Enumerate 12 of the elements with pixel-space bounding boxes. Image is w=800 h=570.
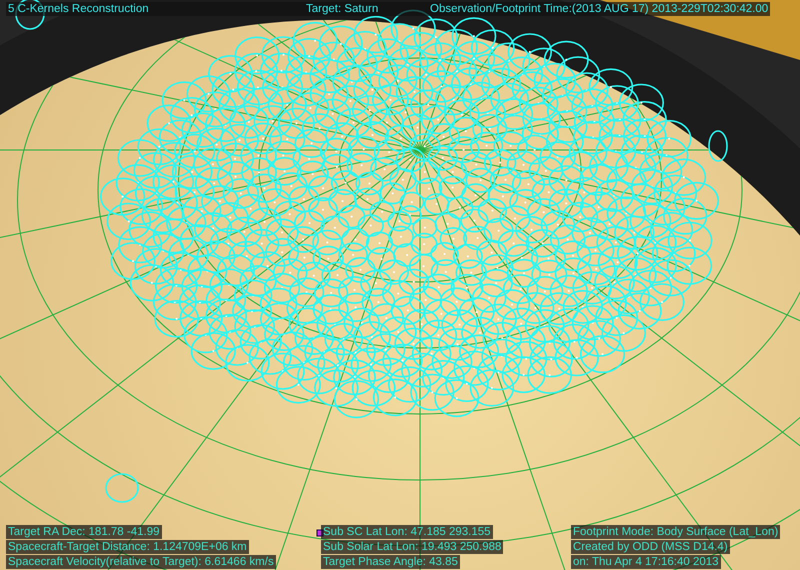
time-label: Observation/Footprint Time:(2013 AUG 17) 2013-229T02:30:42.00 — [428, 2, 770, 16]
info-text: Sub SC Lat Lon: 47.185 293.155 — [321, 525, 493, 539]
info-text: Created by ODD (MSS D14.4) — [571, 540, 730, 554]
info-text: Spacecraft Velocity(relative to Target): 6.61466 km/s — [6, 555, 276, 569]
info-text: Sub Solar Lat Lon: 19.493 250.988 — [321, 540, 504, 554]
info-text: Target RA Dec: 181.78 -41.99 — [6, 525, 162, 539]
info-text: Spacecraft-Target Distance: 1.124709E+06 km — [6, 540, 249, 554]
info-text: Target Phase Angle: 43.85 — [321, 555, 460, 569]
info-text: Footprint Mode: Body Surface (Lat_Lon) — [571, 525, 780, 539]
view-title: 5 C-Kernels Reconstruction — [6, 2, 304, 16]
info-text: on: Thu Apr 4 17:16:40 2013 — [571, 555, 721, 569]
target-label: Target: Saturn — [304, 2, 428, 16]
